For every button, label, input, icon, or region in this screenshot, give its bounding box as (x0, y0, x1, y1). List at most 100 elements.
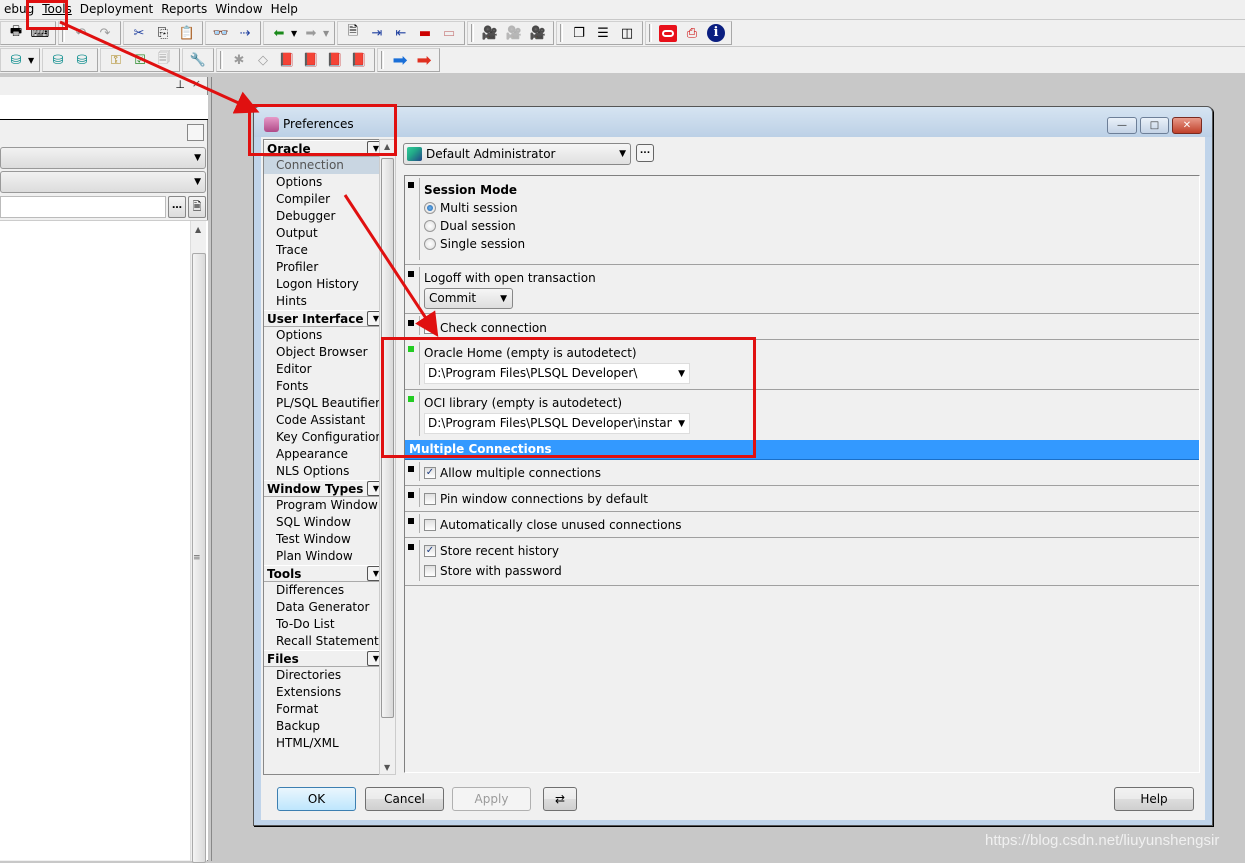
break-icon[interactable]: ✱ (228, 50, 250, 70)
checkbox[interactable]: ✓ (424, 545, 436, 557)
menu-reports[interactable]: Reports (157, 0, 211, 19)
nav-item-code-assistant[interactable]: Code Assistant (264, 412, 386, 429)
nav-group-tools[interactable]: Tools ▼ (264, 565, 386, 582)
nav-item-directories[interactable]: Directories (264, 667, 386, 684)
cut-icon[interactable]: ✂ (128, 23, 150, 43)
redo-icon[interactable]: ↷ (94, 23, 116, 43)
dropdown-arrow-icon[interactable]: ▼ (28, 56, 36, 65)
logon-icon[interactable]: ⛁ (47, 50, 69, 70)
logoff-select[interactable]: Commit ▼ (424, 288, 513, 309)
allow-multiple-checkbox[interactable]: ✓ Allow multiple connections (424, 463, 1199, 483)
pin-icon[interactable]: ⊥ (175, 78, 185, 91)
export-icon[interactable]: ➡ (300, 23, 322, 43)
minimize-button[interactable]: — (1107, 117, 1137, 134)
toolbar-grip[interactable] (220, 51, 223, 69)
nav-item-sql-window[interactable]: SQL Window (264, 514, 386, 531)
nav-item-options[interactable]: Options (264, 327, 386, 344)
panel-combo-1[interactable]: ▼ (0, 147, 206, 169)
menu-deployment[interactable]: Deployment (76, 0, 157, 19)
nav-item-profiler[interactable]: Profiler (264, 259, 386, 276)
import-export-button[interactable]: ⇄ (543, 787, 577, 811)
toolbar-grip[interactable] (560, 24, 563, 42)
pin-window-checkbox[interactable]: Pin window connections by default (424, 489, 1199, 509)
nav-item-debugger[interactable]: Debugger (264, 208, 386, 225)
scroll-up-icon[interactable]: ▲ (195, 225, 201, 234)
help-button[interactable]: Help (1114, 787, 1194, 811)
nav-item-extensions[interactable]: Extensions (264, 684, 386, 701)
copy-icon[interactable]: ⎘ (152, 23, 174, 43)
tile-vertical-icon[interactable]: ◫ (616, 23, 638, 43)
checkbox[interactable] (424, 519, 436, 531)
nav-item-backup[interactable]: Backup (264, 718, 386, 735)
wrench-icon[interactable]: 🔧 (187, 50, 209, 70)
toolbar-grip[interactable] (649, 24, 652, 42)
macro-play-icon[interactable]: 🎥 (503, 23, 525, 43)
eraser-icon[interactable]: ◇ (252, 50, 274, 70)
profile-select[interactable]: Default Administrator ▼ (403, 143, 631, 165)
tile-horizontal-icon[interactable]: ☰ (592, 23, 614, 43)
oracle-logo-icon[interactable] (657, 23, 679, 43)
report-icon[interactable]: 🗐 (153, 50, 175, 70)
radio-button[interactable] (424, 220, 436, 232)
unindent-icon[interactable]: ⇤ (390, 23, 412, 43)
profile-options-button[interactable]: ... (636, 144, 654, 162)
undo-icon[interactable]: ↶ (70, 23, 92, 43)
find-next-icon[interactable]: ⇢ (234, 23, 256, 43)
nav-item-options[interactable]: Options (264, 174, 386, 191)
nav-item-object-browser[interactable]: Object Browser (264, 344, 386, 361)
nav-group-files[interactable]: Files ▼ (264, 650, 386, 667)
pdf-icon[interactable]: ⎙ (681, 23, 703, 43)
paste-icon[interactable]: 📋 (176, 23, 198, 43)
nav-item-data-generator[interactable]: Data Generator (264, 599, 386, 616)
comment-icon[interactable]: ▬ (414, 23, 436, 43)
books-edit-icon[interactable]: 📕 (348, 50, 370, 70)
import-icon[interactable]: ⬅ (268, 23, 290, 43)
nav-item-trace[interactable]: Trace (264, 242, 386, 259)
checkbox[interactable] (424, 493, 436, 505)
document-icon[interactable]: 🗎 (188, 196, 206, 218)
maximize-button[interactable]: □ (1140, 117, 1169, 134)
menu-window[interactable]: Window (211, 0, 266, 19)
nav-item-nls-options[interactable]: NLS Options (264, 463, 386, 480)
toolbar-grip[interactable] (471, 24, 474, 42)
radio-button[interactable] (424, 202, 436, 214)
nav-item-appearance[interactable]: Appearance (264, 446, 386, 463)
radio-dual-session[interactable]: Dual session (424, 217, 1199, 235)
ok-button[interactable]: OK (277, 787, 356, 811)
browse-button[interactable]: … (168, 196, 186, 218)
macro-list-icon[interactable]: 🎥 (527, 23, 549, 43)
panel-combo-2[interactable]: ▼ (0, 171, 206, 193)
nav-item-editor[interactable]: Editor (264, 361, 386, 378)
scroll-down-icon[interactable]: ▼ (384, 763, 390, 772)
auto-close-checkbox[interactable]: Automatically close unused connections (424, 515, 1199, 535)
nav-item-key-configuration[interactable]: Key Configuration (264, 429, 386, 446)
store-history-checkbox[interactable]: ✓ Store recent history (424, 541, 1199, 561)
menu-help[interactable]: Help (267, 0, 302, 19)
radio-single-session[interactable]: Single session (424, 235, 1199, 253)
cancel-button[interactable]: Cancel (365, 787, 444, 811)
nav-item-recall-statement[interactable]: Recall Statement (264, 633, 386, 650)
toolbar-grip[interactable] (381, 51, 384, 69)
dropdown-arrow-icon[interactable]: ▼ (323, 29, 331, 38)
checkbox[interactable] (424, 322, 436, 334)
nav-item-compiler[interactable]: Compiler (264, 191, 386, 208)
execute-icon[interactable]: 🗎 (342, 23, 364, 43)
cascade-windows-icon[interactable]: ❐ (568, 23, 590, 43)
dropdown-arrow-icon[interactable]: ▼ (291, 29, 299, 38)
nav-item-to-do-list[interactable]: To-Do List (264, 616, 386, 633)
info-icon[interactable]: i (705, 23, 727, 43)
filter-input[interactable] (0, 196, 166, 218)
books-db-icon[interactable]: 📕 (324, 50, 346, 70)
nav-item-program-window[interactable]: Program Window (264, 497, 386, 514)
nav-item-format[interactable]: Format (264, 701, 386, 718)
nav-item-differences[interactable]: Differences (264, 582, 386, 599)
object-tree[interactable]: ▲ ≡ (0, 220, 208, 863)
nav-item-plan-window[interactable]: Plan Window (264, 548, 386, 565)
nav-item-output[interactable]: Output (264, 225, 386, 242)
logoff-icon[interactable]: ⛁ (71, 50, 93, 70)
check-connection-checkbox[interactable]: Check connection (424, 318, 1199, 338)
nav-item-logon-history[interactable]: Logon History (264, 276, 386, 293)
close-icon[interactable]: × (192, 77, 201, 90)
indent-icon[interactable]: ⇥ (366, 23, 388, 43)
sql-icon[interactable]: ⛁ (5, 50, 27, 70)
